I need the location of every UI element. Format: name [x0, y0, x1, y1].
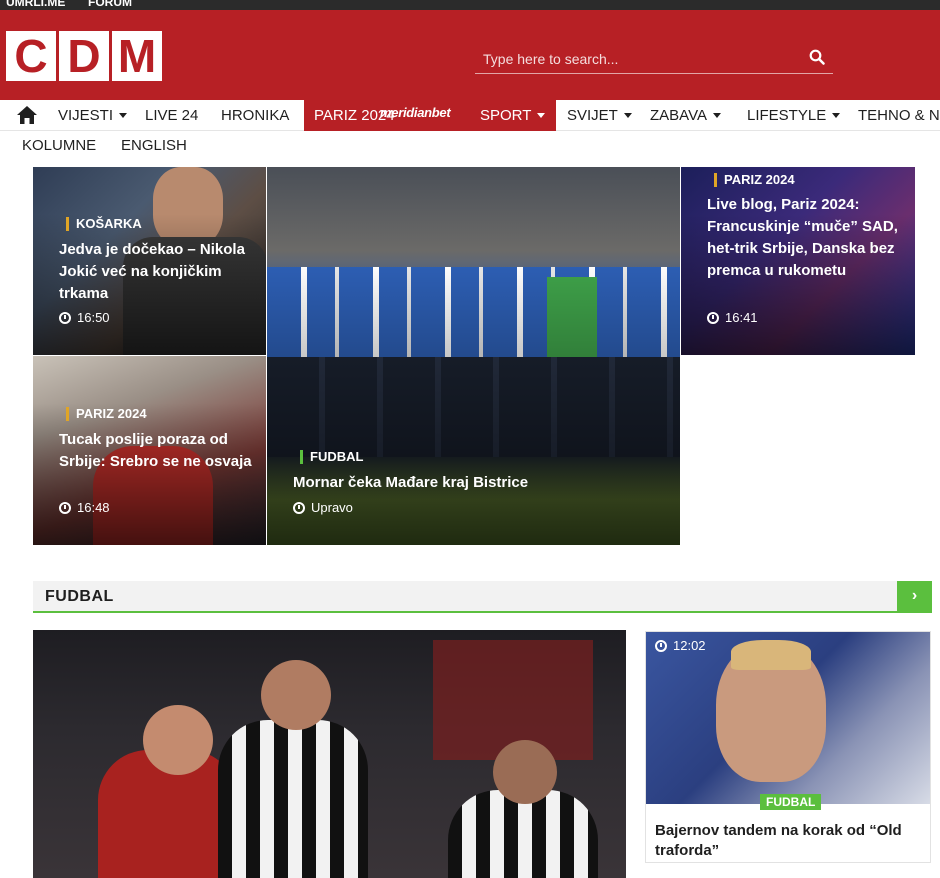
article-title[interactable]: Mornar čeka Mađare kraj Bistrice: [293, 472, 663, 494]
nav-item-vijesti[interactable]: VIJESTI: [48, 100, 137, 131]
nav-item-kolumne[interactable]: KOLUMNE: [22, 137, 96, 154]
top-bar: UMRLI.ME FORUM: [0, 0, 940, 10]
article-title[interactable]: Jedva je dočekao – Nikola Jokić već na k…: [59, 239, 259, 305]
clock-icon: [59, 502, 71, 514]
article-time: 16:48: [59, 500, 110, 516]
article-card[interactable]: 12:02 FUDBAL Bajernov tandem na korak od…: [645, 631, 931, 863]
topbar-link-umrli[interactable]: UMRLI.ME: [6, 0, 65, 8]
article-time: 12:02: [655, 638, 706, 654]
nav-item-english[interactable]: ENGLISH: [121, 137, 187, 154]
chevron-down-icon: [712, 113, 721, 118]
topbar-link-forum[interactable]: FORUM: [88, 0, 132, 8]
search-input[interactable]: [483, 48, 793, 70]
nav-item-tehno[interactable]: TEHNO & N: [848, 100, 940, 131]
sponsor-logo[interactable]: meridianbet: [380, 105, 451, 120]
search-icon[interactable]: [809, 49, 825, 65]
clock-icon: [655, 640, 667, 652]
nav-item-hronika[interactable]: HRONIKA: [211, 100, 299, 131]
hero-article-pariz-tucak[interactable]: PARIZ 2024 Tucak poslije poraza od Srbij…: [33, 356, 266, 545]
article-time: 16:50: [59, 310, 110, 326]
main-nav: VIJESTI LIVE 24 HRONIKA PARIZ 2024 SPORT…: [0, 100, 940, 131]
clock-icon: [293, 502, 305, 514]
article-time: 16:41: [707, 310, 758, 326]
category-badge[interactable]: FUDBAL: [760, 794, 822, 810]
logo-letter: C: [6, 31, 56, 81]
article-title[interactable]: Live blog, Pariz 2024: Francuskinje “muč…: [707, 194, 907, 282]
nav-item-zabava[interactable]: ZABAVA: [640, 100, 731, 131]
nav-item-live24[interactable]: LIVE 24: [135, 100, 208, 131]
search-box: [475, 46, 833, 74]
site-logo[interactable]: C D M: [6, 31, 162, 81]
chevron-down-icon: [119, 113, 128, 118]
home-icon[interactable]: [16, 105, 38, 125]
section-more-button[interactable]: ›: [897, 581, 932, 611]
logo-letter: D: [59, 31, 109, 81]
article-time: Upravo: [293, 500, 353, 516]
hero-article-live-blog[interactable]: PARIZ 2024 Live blog, Pariz 2024: Francu…: [681, 167, 915, 355]
nav-item-lifestyle[interactable]: LIFESTYLE: [737, 100, 850, 131]
article-category[interactable]: KOŠARKA: [66, 217, 142, 231]
site-header: C D M: [0, 10, 940, 100]
chevron-down-icon: [537, 113, 546, 118]
section-title[interactable]: FUDBAL: [45, 588, 114, 606]
nav-item-sport[interactable]: SPORT: [470, 100, 555, 131]
article-image: [646, 632, 930, 804]
section-header-fudbal: FUDBAL ›: [33, 581, 932, 613]
chevron-down-icon: [832, 113, 841, 118]
hero-article-fudbal[interactable]: FUDBAL Mornar čeka Mađare kraj Bistrice …: [267, 167, 680, 545]
article-category[interactable]: PARIZ 2024: [66, 407, 147, 421]
chevron-down-icon: [623, 113, 632, 118]
article-category[interactable]: FUDBAL: [300, 450, 363, 464]
logo-letter: M: [112, 31, 162, 81]
clock-icon: [707, 312, 719, 324]
article-category[interactable]: PARIZ 2024: [714, 173, 795, 187]
hero-article-kosarka[interactable]: KOŠARKA Jedva je dočekao – Nikola Jokić …: [33, 167, 266, 355]
article-title[interactable]: Tucak poslije poraza od Srbije: Srebro s…: [59, 429, 264, 473]
featured-article-image[interactable]: [33, 630, 626, 878]
nav-item-svijet[interactable]: SVIJET: [557, 100, 642, 131]
clock-icon: [59, 312, 71, 324]
article-title[interactable]: Bajernov tandem na korak od “Old traford…: [655, 821, 925, 861]
